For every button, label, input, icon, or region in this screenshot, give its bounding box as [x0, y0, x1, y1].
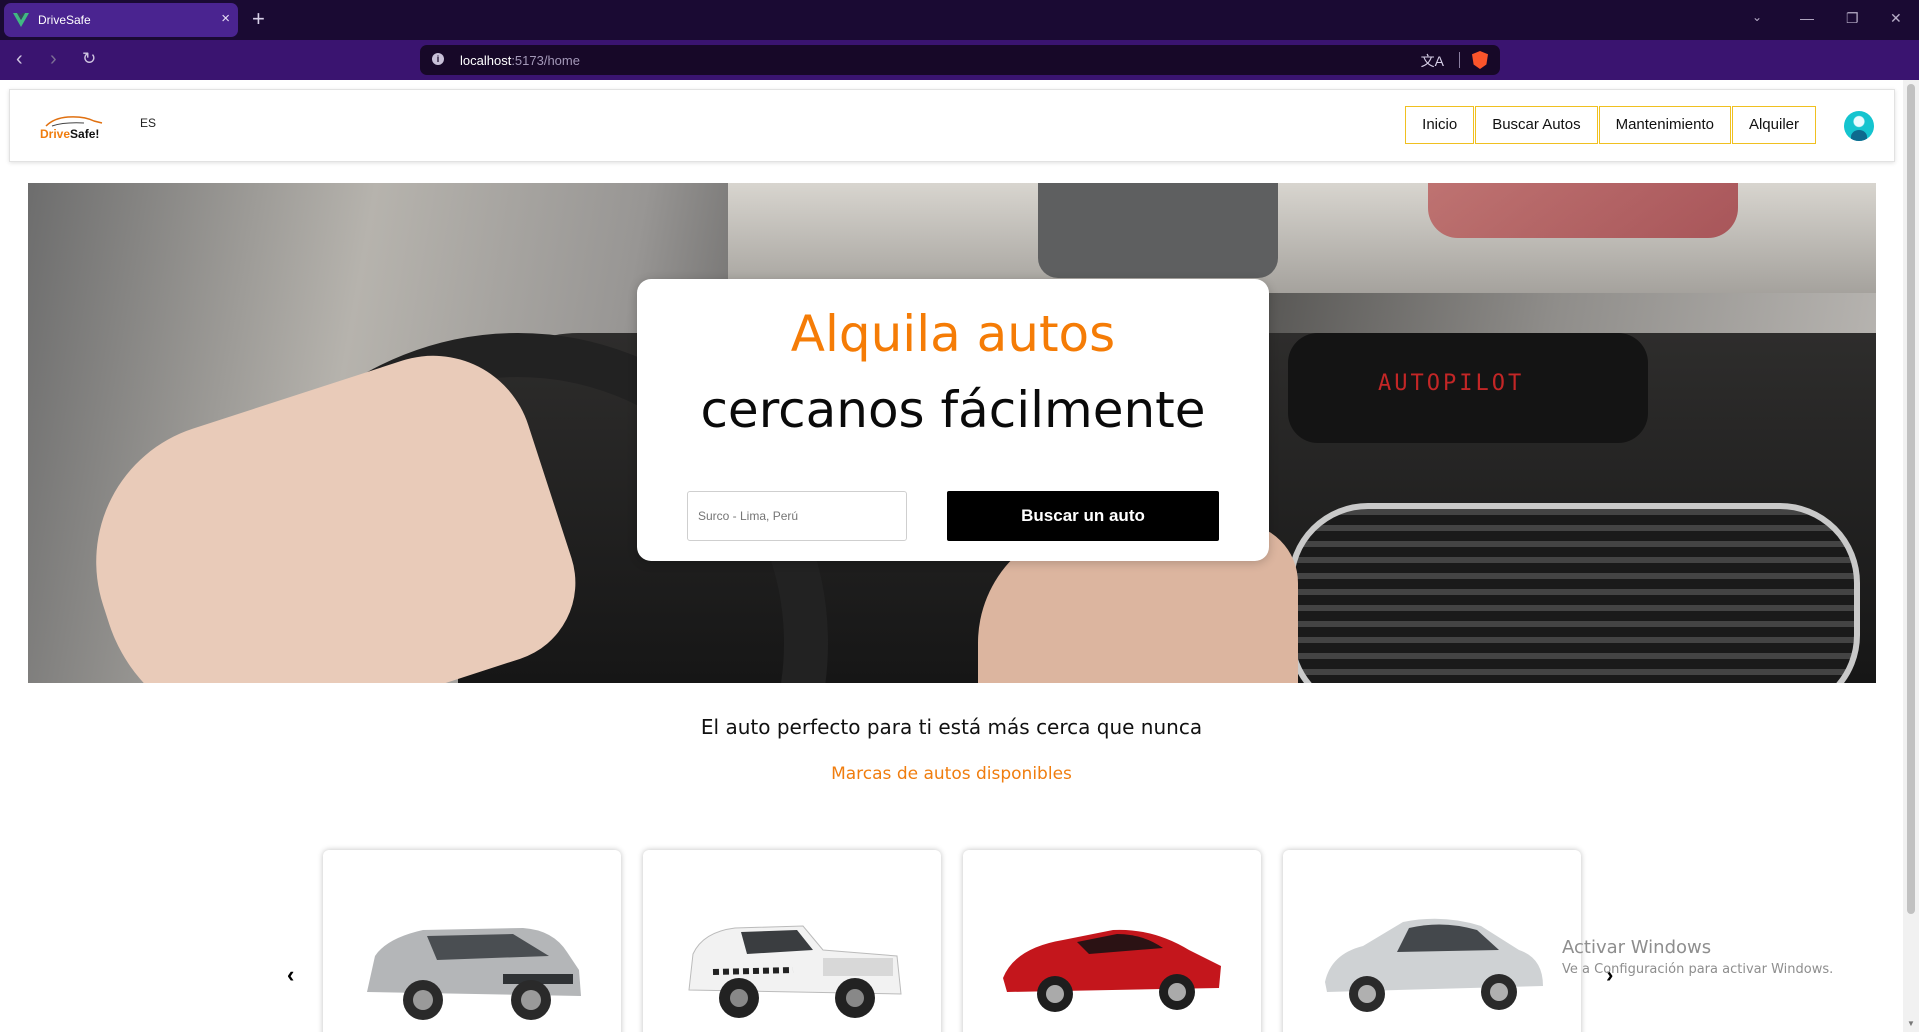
address-bar[interactable]: i localhost:5173/home 文A: [420, 45, 1500, 75]
translate-icon[interactable]: 文A: [1421, 51, 1444, 71]
car-card[interactable]: [1283, 850, 1581, 1032]
tab-search-chevron-icon[interactable]: ⌄: [1752, 10, 1762, 24]
vue-logo-icon: [13, 13, 29, 27]
nav-buscar-autos[interactable]: Buscar Autos: [1475, 106, 1598, 144]
browser-tab[interactable]: DriveSafe ×: [4, 3, 238, 37]
hero-headline-orange: Alquila autos: [790, 305, 1116, 363]
browser-toolbar: ‹ › ↻ i localhost:5173/home 文A ≡: [0, 40, 1919, 109]
nav-alquiler[interactable]: Alquiler: [1731, 106, 1816, 144]
main-nav: Inicio Buscar Autos Mantenimiento Alquil…: [1404, 106, 1816, 144]
section-tagline: El auto perfecto para ti está más cerca …: [700, 715, 1203, 739]
tab-close-icon[interactable]: ×: [221, 10, 230, 27]
back-icon[interactable]: ‹: [16, 48, 23, 70]
nav-mantenimiento[interactable]: Mantenimiento: [1598, 106, 1731, 144]
restore-icon[interactable]: ❐: [1846, 10, 1859, 27]
language-toggle[interactable]: ES: [140, 116, 156, 130]
windows-activation-watermark: Activar Windows Ve a Configuración para …: [1562, 937, 1833, 977]
hero-headline-black: cercanos fácilmente: [700, 381, 1206, 439]
pickup-white-icon: [688, 925, 902, 1018]
watermark-subtitle: Ve a Configuración para activar Windows.: [1562, 962, 1834, 977]
site-info-icon[interactable]: i: [432, 53, 444, 65]
site-header: DriveSafe! ES Inicio Buscar Autos Manten…: [9, 89, 1895, 162]
scroll-down-icon[interactable]: ▼: [1907, 1019, 1915, 1028]
reload-icon[interactable]: ↻: [82, 48, 96, 70]
location-search-input[interactable]: [687, 491, 907, 541]
forward-icon[interactable]: ›: [50, 48, 57, 70]
car-logo-icon: [45, 116, 103, 127]
search-car-button[interactable]: Buscar un auto: [947, 491, 1219, 541]
watermark-title: Activar Windows: [1562, 937, 1712, 958]
hero-banner: AUTOPILOT Alquila autos cercanos fácilme…: [28, 183, 1876, 683]
close-window-icon[interactable]: ✕: [1890, 10, 1902, 27]
minimize-icon[interactable]: —: [1800, 10, 1814, 26]
car-card[interactable]: [963, 850, 1261, 1032]
logo-text-drive: Drive: [40, 127, 71, 141]
car-card[interactable]: [323, 850, 621, 1032]
nav-inicio[interactable]: Inicio: [1405, 106, 1475, 144]
url-text: localhost:5173/home: [460, 53, 580, 68]
hero-car-ahead: [1038, 183, 1278, 278]
coupe-red-icon: [1003, 929, 1221, 1012]
page-viewport: DriveSafe! ES Inicio Buscar Autos Manten…: [0, 80, 1903, 1032]
logo-text-safe: Safe!: [70, 127, 100, 141]
air-vent: [1288, 503, 1860, 683]
tab-title: DriveSafe: [38, 13, 91, 27]
section-subtitle: Marcas de autos disponibles: [831, 764, 1072, 784]
brave-shield-icon[interactable]: [1472, 51, 1488, 69]
dashboard-display: AUTOPILOT: [1288, 333, 1648, 443]
scrollbar-thumb[interactable]: [1907, 84, 1915, 914]
drivesafe-logo[interactable]: DriveSafe!: [38, 114, 108, 144]
suv-silver-icon: [367, 928, 581, 1020]
toolbar-divider: [1459, 52, 1460, 68]
new-tab-icon[interactable]: +: [252, 6, 265, 32]
user-avatar[interactable]: [1844, 111, 1874, 141]
browser-tab-bar: DriveSafe × + ⌄ — ❐ ✕: [0, 0, 1919, 40]
page-scrollbar[interactable]: ▼: [1903, 80, 1919, 1032]
sedan-silver-icon: [1325, 918, 1543, 1012]
carousel-prev-icon[interactable]: ‹: [287, 962, 294, 988]
search-card: Alquila autos cercanos fácilmente Buscar…: [637, 279, 1269, 561]
hero-car-red: [1428, 183, 1738, 238]
car-card[interactable]: [643, 850, 941, 1032]
